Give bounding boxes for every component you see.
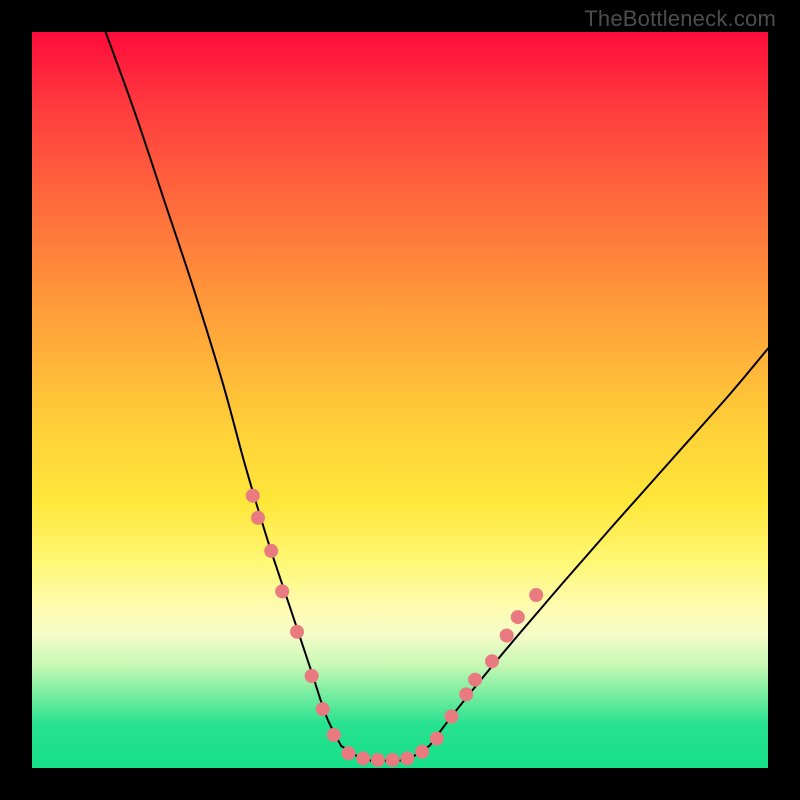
- data-marker: [400, 751, 414, 765]
- data-marker: [251, 511, 265, 525]
- left-curve-path: [106, 32, 342, 746]
- data-marker: [485, 654, 499, 668]
- chart-frame: TheBottleneck.com: [0, 0, 800, 800]
- data-marker: [415, 745, 429, 759]
- data-marker: [468, 673, 482, 687]
- data-marker: [500, 629, 514, 643]
- data-marker: [445, 710, 459, 724]
- data-marker: [386, 753, 400, 767]
- data-marker: [327, 728, 341, 742]
- chart-svg: [32, 32, 768, 768]
- data-marker: [246, 489, 260, 503]
- data-marker: [356, 751, 370, 765]
- data-marker: [316, 702, 330, 716]
- plot-area: [32, 32, 768, 768]
- watermark-text: TheBottleneck.com: [584, 6, 776, 32]
- data-marker: [342, 746, 356, 760]
- data-marker: [305, 669, 319, 683]
- data-marker: [430, 732, 444, 746]
- data-marker: [264, 544, 278, 558]
- data-marker: [290, 625, 304, 639]
- data-marker: [529, 588, 543, 602]
- right-curve-path: [429, 349, 768, 746]
- data-marker: [371, 753, 385, 767]
- data-marker: [511, 610, 525, 624]
- marker-group: [246, 489, 543, 767]
- data-marker: [275, 584, 289, 598]
- data-marker: [459, 687, 473, 701]
